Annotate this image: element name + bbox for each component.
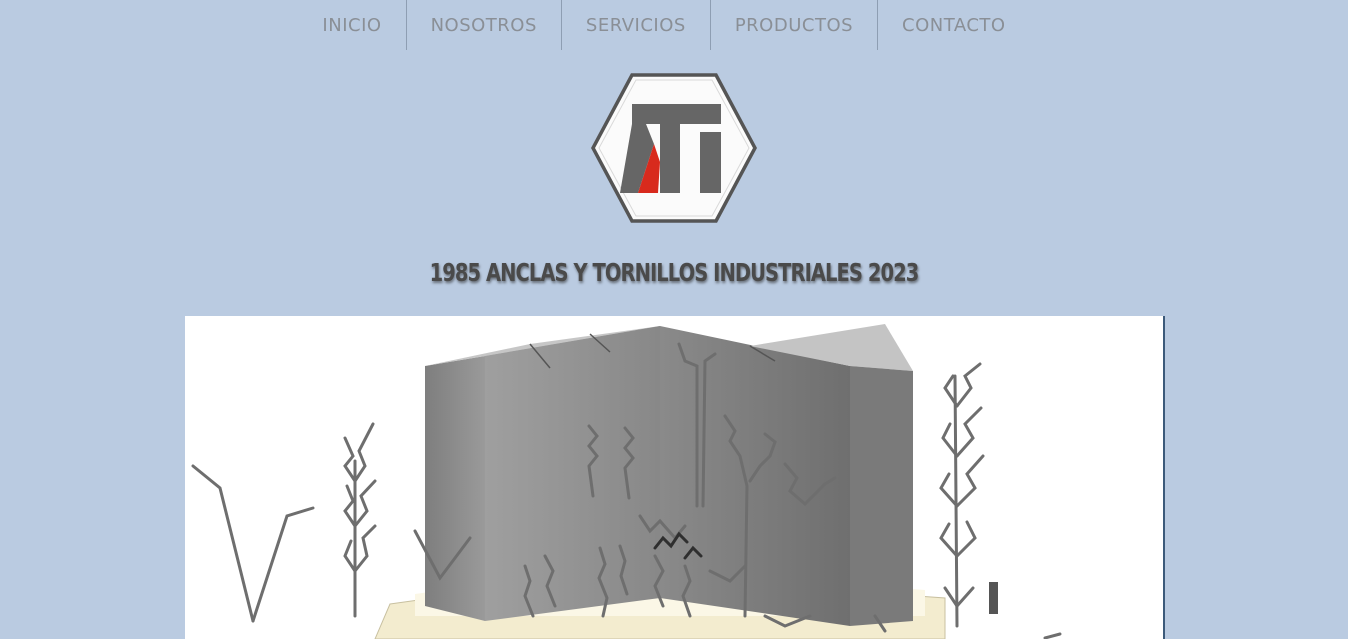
nav-item-servicios[interactable]: SERVICIOS (560, 0, 710, 50)
nav-item-productos[interactable]: PRODUCTOS (709, 0, 877, 50)
hero-image (185, 316, 1165, 639)
ati-logo[interactable] (590, 72, 758, 224)
nav-item-nosotros[interactable]: NOSOTROS (405, 0, 561, 50)
nav-item-inicio[interactable]: INICIO (298, 0, 405, 50)
main-nav: INICIO NOSOTROS SERVICIOS PRODUCTOS CONT… (0, 0, 1348, 52)
page-headline: 1985 ANCLAS Y TORNILLOS INDUSTRIALES 202… (429, 258, 920, 287)
nav-menu: INICIO NOSOTROS SERVICIOS PRODUCTOS CONT… (298, 0, 1029, 52)
nav-item-contacto[interactable]: CONTACTO (877, 0, 1030, 50)
